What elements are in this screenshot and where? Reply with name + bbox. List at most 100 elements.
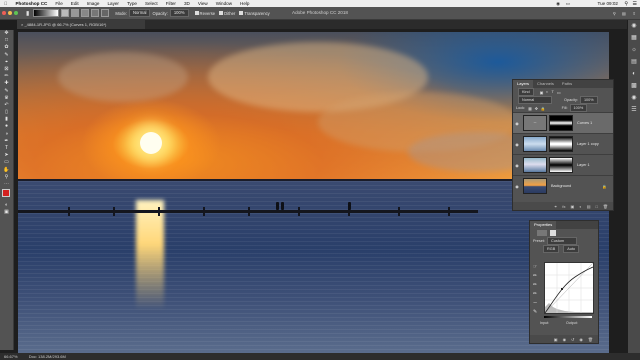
menu-edit[interactable]: Edit: [67, 1, 83, 6]
color-swatches[interactable]: [0, 188, 13, 202]
marquee-tool-icon[interactable]: □: [0, 37, 13, 44]
new-layer-icon[interactable]: □: [596, 204, 598, 209]
search-icon[interactable]: ⚲: [613, 11, 616, 16]
menu-3d[interactable]: 3D: [180, 1, 194, 6]
layer-row-background[interactable]: ◉ Background 🔒: [513, 175, 613, 196]
properties-title[interactable]: Properties: [530, 221, 557, 229]
eyedropper-tool-icon[interactable]: ✏: [0, 73, 13, 80]
layer-name[interactable]: Layer 1 copy: [577, 142, 599, 146]
brush-tool-icon[interactable]: ✎: [0, 88, 13, 95]
move-tool-icon[interactable]: ✥: [0, 30, 13, 37]
menu-clock[interactable]: Tue 09:02: [597, 1, 618, 6]
zoom-window-icon[interactable]: [14, 10, 18, 15]
gradient-picker[interactable]: [33, 9, 60, 17]
angle-gradient-icon[interactable]: [81, 9, 90, 17]
add-mask-icon[interactable]: ▣: [571, 204, 575, 209]
menu-layer[interactable]: Layer: [103, 1, 123, 6]
curve-point[interactable]: [561, 288, 563, 290]
learn-panel-icon[interactable]: ☼: [628, 44, 640, 56]
blur-tool-icon[interactable]: ●: [0, 123, 13, 130]
reverse-checkbox[interactable]: [194, 11, 199, 15]
healing-brush-tool-icon[interactable]: ✚: [0, 80, 13, 87]
reflected-gradient-icon[interactable]: [91, 9, 100, 17]
radial-gradient-icon[interactable]: [71, 9, 80, 17]
reset-icon[interactable]: ↺: [571, 337, 574, 342]
document-size[interactable]: Doc: 138.2M/293.6M: [29, 354, 66, 359]
channels-panel-icon[interactable]: ◉: [628, 92, 640, 104]
edit-points-icon[interactable]: ∽: [533, 299, 542, 308]
layer-name[interactable]: Layer 1: [577, 163, 590, 167]
more-tools-icon[interactable]: ⋯: [0, 181, 13, 188]
opacity-input[interactable]: 100%: [169, 9, 189, 17]
transparency-checkbox[interactable]: [239, 11, 244, 15]
swatches-panel-icon[interactable]: ▦: [628, 32, 640, 44]
on-image-adjust-icon[interactable]: ☞: [533, 263, 542, 272]
mask-icon[interactable]: [550, 230, 556, 236]
menu-type[interactable]: Type: [123, 1, 141, 6]
curves-graph[interactable]: [544, 262, 594, 314]
linear-gradient-icon[interactable]: [61, 9, 70, 17]
visibility-eye-icon[interactable]: ◉: [513, 163, 521, 168]
menu-filter[interactable]: Filter: [162, 1, 180, 6]
sample-gray-icon[interactable]: ✏: [533, 281, 542, 290]
screen-mode-icon[interactable]: ▣: [0, 209, 13, 216]
view-previous-icon[interactable]: ◉: [563, 337, 567, 342]
zoom-tool-icon[interactable]: ⚲: [0, 174, 13, 181]
crop-tool-icon[interactable]: ⌖: [0, 59, 13, 66]
draw-curve-icon[interactable]: ✎: [533, 308, 542, 317]
lock-all-icon[interactable]: 🔒: [541, 106, 546, 111]
layer-row-layer1-copy[interactable]: ◉ Layer 1 copy: [513, 133, 613, 154]
dodge-tool-icon[interactable]: ◑: [0, 131, 13, 138]
visibility-eye-icon[interactable]: ◉: [513, 184, 521, 189]
foreground-color-swatch[interactable]: [2, 189, 10, 198]
clone-stamp-tool-icon[interactable]: ♛: [0, 95, 13, 102]
lasso-tool-icon[interactable]: ✿: [0, 44, 13, 51]
channel-select[interactable]: RGB: [543, 245, 560, 253]
new-group-icon[interactable]: ▤: [587, 204, 591, 209]
eraser-tool-icon[interactable]: ▯: [0, 109, 13, 116]
workspace-icon[interactable]: ▤: [622, 11, 626, 16]
layer-style-icon[interactable]: fx: [562, 204, 565, 209]
share-icon[interactable]: ⇧: [632, 11, 636, 16]
layer-opacity-input[interactable]: 100%: [579, 96, 598, 104]
gradient-tool-icon[interactable]: ▮: [26, 10, 29, 17]
sample-white-icon[interactable]: ✏: [533, 290, 542, 299]
gradient-tool-icon[interactable]: ▮: [0, 116, 13, 123]
type-tool-icon[interactable]: T: [0, 145, 13, 152]
layer-mask-thumbnail[interactable]: [549, 157, 573, 173]
layer-name[interactable]: Curves 1: [577, 121, 592, 125]
trash-icon[interactable]: 🗑: [603, 204, 608, 209]
menu-image[interactable]: Image: [83, 1, 104, 6]
visibility-eye-icon[interactable]: ◉: [513, 142, 521, 147]
layer-row-curves[interactable]: ◉ ∽ Curves 1: [513, 112, 613, 133]
close-window-icon[interactable]: [2, 10, 6, 15]
menu-app[interactable]: Photoshop CC: [11, 1, 51, 6]
diamond-gradient-icon[interactable]: [101, 9, 110, 17]
lock-pixels-icon[interactable]: ▦: [528, 106, 532, 111]
adjustments-panel-icon[interactable]: ◐: [628, 68, 640, 80]
dither-checkbox[interactable]: [219, 11, 224, 15]
preset-select[interactable]: Custom: [547, 237, 578, 245]
document-tab[interactable]: × _4884-1R.JPG @ 66.7% (Curves 1, RGB/16…: [17, 20, 145, 29]
apple-icon[interactable]: : [0, 1, 11, 6]
path-select-tool-icon[interactable]: ➤: [0, 152, 13, 159]
clip-to-layer-icon[interactable]: ▣: [554, 337, 558, 342]
tab-channels[interactable]: Channels: [533, 80, 558, 88]
fill-input[interactable]: 100%: [569, 104, 588, 112]
hand-tool-icon[interactable]: ✋: [0, 167, 13, 174]
layers-panel-icon[interactable]: ▩: [628, 80, 640, 92]
libraries-panel-icon[interactable]: ▤: [628, 56, 640, 68]
color-panel-icon[interactable]: ◉: [628, 20, 640, 32]
layer-name[interactable]: Background: [551, 184, 571, 188]
layer-mask-thumbnail[interactable]: [549, 136, 573, 152]
new-adjustment-icon[interactable]: ◐: [579, 204, 581, 209]
filter-shape-icon[interactable]: ▭: [557, 90, 561, 95]
visibility-eye-icon[interactable]: ◉: [513, 121, 521, 126]
delete-adjustment-icon[interactable]: 🗑: [588, 337, 593, 342]
link-layers-icon[interactable]: ⚭: [554, 204, 557, 209]
filter-pixel-icon[interactable]: ▣: [540, 90, 544, 95]
sample-black-icon[interactable]: ✏: [533, 272, 542, 281]
frame-tool-icon[interactable]: ⊠: [0, 66, 13, 73]
auto-button[interactable]: Auto: [563, 245, 580, 253]
toggle-visibility-icon[interactable]: ◉: [579, 337, 583, 342]
